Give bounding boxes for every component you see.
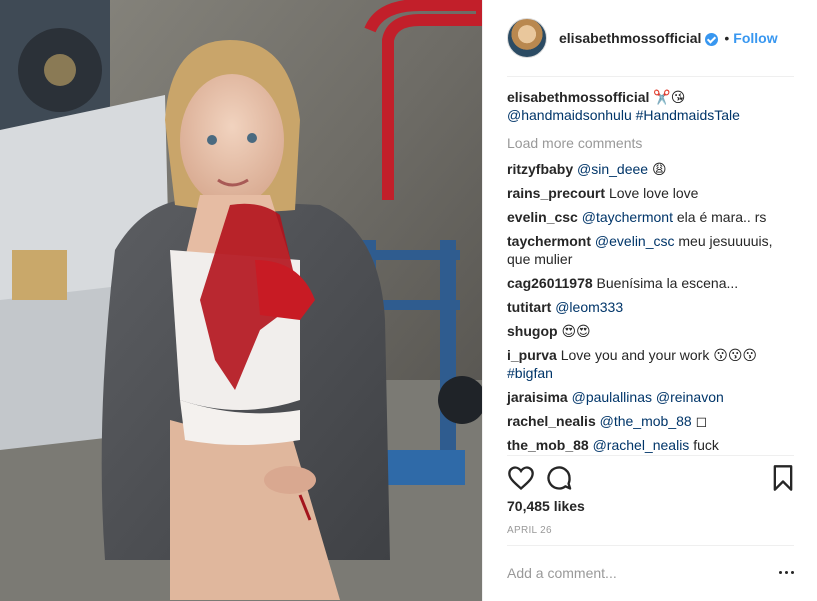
more-dot (785, 571, 788, 574)
comment-username[interactable]: jaraisima (507, 389, 568, 405)
avatar[interactable] (507, 18, 547, 58)
comment-text: 😍😍 (561, 323, 591, 339)
header-divider (507, 76, 794, 77)
action-bar (503, 464, 797, 492)
comment-username[interactable]: cag26011978 (507, 275, 593, 291)
comment-text: Love love love (608, 185, 699, 201)
list-item: rains_precourt Love love love (507, 184, 797, 202)
comment-text: ela é mara.. rs (672, 209, 767, 225)
comment-username[interactable]: i_purva (507, 347, 557, 363)
list-item: rachel_nealis @the_mob_88 ◻ (507, 412, 797, 430)
actions-divider (507, 455, 794, 456)
post-header: elisabethmossofficial • Follow (507, 17, 794, 59)
comment-mention[interactable]: @rachel_nealis (593, 437, 690, 453)
comment-username[interactable]: taychermont (507, 233, 591, 249)
list-item: evelin_csc @taychermont ela é mara.. rs (507, 208, 797, 226)
author-username[interactable]: elisabethmossofficial (559, 30, 701, 46)
comment-mention[interactable]: @sin_deee (577, 161, 648, 177)
more-options-icon[interactable] (777, 563, 797, 581)
comment-divider (507, 545, 794, 546)
list-item: the_mob_88 @rachel_nealis fuck (507, 436, 797, 454)
caption-hashtag[interactable]: #HandmaidsTale (636, 107, 740, 123)
heart-icon[interactable] (507, 464, 535, 492)
post-photo[interactable] (0, 0, 482, 601)
caption-username[interactable]: elisabethmossofficial (507, 89, 649, 105)
load-more-comments-button[interactable]: Load more comments (507, 134, 797, 152)
post-date[interactable]: APRIL 26 (507, 525, 552, 536)
post-side-panel: elisabethmossofficial • Follow elisabeth… (482, 0, 817, 601)
add-comment-input[interactable] (507, 562, 757, 584)
comment-hashtag[interactable]: #bigfan (507, 365, 553, 381)
caption-mention[interactable]: @handmaidsonhulu (507, 107, 632, 123)
follow-button[interactable]: Follow (733, 30, 777, 46)
comment-mention[interactable]: @evelin_csc (595, 233, 675, 249)
comment-mention[interactable]: @the_mob_88 (600, 413, 692, 429)
comment-username[interactable]: tutitart (507, 299, 551, 315)
list-item: cag26011978 Buenísima la escena... (507, 274, 797, 292)
comment-mention[interactable]: @leom333 (555, 299, 623, 315)
comment-mention[interactable]: @paulallinas @reinavon (572, 389, 724, 405)
comment-text: fuck (689, 437, 719, 453)
likes-count[interactable]: 70,485 likes (507, 498, 585, 514)
comments-list: elisabethmossofficial ✂️😘 @handmaidsonhu… (507, 88, 797, 460)
comment-username[interactable]: the_mob_88 (507, 437, 589, 453)
separator-dot: • (724, 30, 730, 46)
post-photo-illustration (0, 0, 482, 601)
more-dot (791, 571, 794, 574)
comment-username[interactable]: evelin_csc (507, 209, 578, 225)
list-item: taychermont @evelin_csc meu jesuuuuis, q… (507, 232, 797, 268)
list-item: tutitart @leom333 (507, 298, 797, 316)
comment-mention[interactable]: @taychermont (582, 209, 673, 225)
more-dot (779, 571, 782, 574)
list-item: shugop 😍😍 (507, 322, 797, 340)
caption-emoji: ✂️😘 (653, 89, 686, 105)
comment-username[interactable]: rains_precourt (507, 185, 605, 201)
comment-username[interactable]: rachel_nealis (507, 413, 596, 429)
comment-text: 😩 (648, 161, 667, 177)
comment-icon[interactable] (545, 464, 573, 492)
comment-username[interactable]: shugop (507, 323, 558, 339)
verified-badge-icon (705, 32, 719, 46)
bookmark-icon[interactable] (769, 464, 797, 492)
comment-text: ◻ (691, 413, 708, 429)
comment-text: Buenísima la escena... (596, 275, 739, 291)
list-item: jaraisima @paulallinas @reinavon (507, 388, 797, 406)
caption: elisabethmossofficial ✂️😘 @handmaidsonhu… (507, 88, 797, 124)
comment-text: Love you and your work 😗😗😗 (560, 347, 758, 363)
list-item: ritzyfbaby @sin_deee 😩 (507, 160, 797, 178)
comment-username[interactable]: ritzyfbaby (507, 161, 573, 177)
list-item: i_purva Love you and your work 😗😗😗 #bigf… (507, 346, 797, 382)
